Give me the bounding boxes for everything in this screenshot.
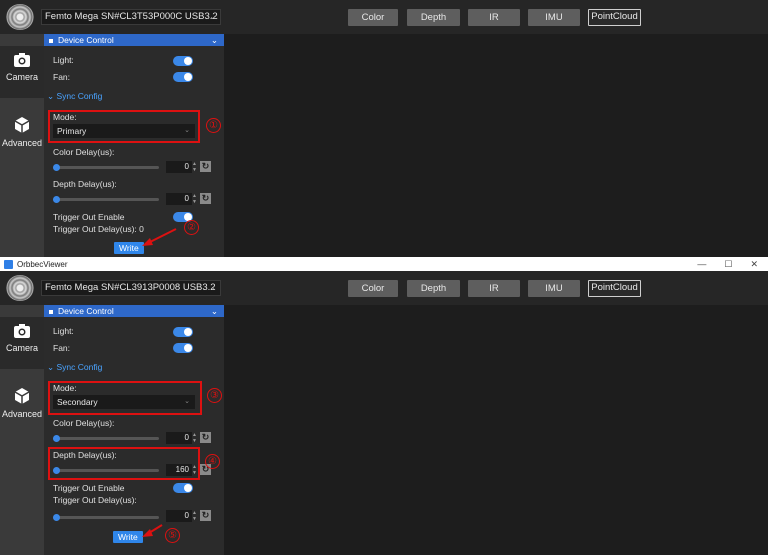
fan-label: Fan: xyxy=(53,72,71,82)
device-selector[interactable]: Femto Mega SN#CL3T53P000C USB3.2 ⌄ xyxy=(41,9,221,25)
reset-icon[interactable]: ↻ xyxy=(200,510,211,521)
window-titlebar: OrbbecViewer — ☐ ✕ xyxy=(0,257,768,271)
annotation-box-mode xyxy=(48,110,200,143)
light-label: Light: xyxy=(53,326,74,336)
sync-config-label: Sync Config xyxy=(56,91,103,101)
color-delay-input[interactable]: 0 xyxy=(166,432,192,444)
color-button[interactable]: Color xyxy=(348,280,398,297)
annotation-marker-3: ③ xyxy=(207,388,222,403)
camera-icon xyxy=(14,53,30,67)
color-delay-slider[interactable] xyxy=(53,164,159,171)
chevron-down-icon: ⌄ xyxy=(209,12,216,21)
device-selector[interactable]: Femto Mega SN#CL3913P0008 USB3.2 ⌄ xyxy=(41,280,221,296)
reset-icon[interactable]: ↻ xyxy=(200,432,211,443)
color-delay-input[interactable]: 0 xyxy=(166,161,192,173)
depth-delay-input[interactable]: 0 xyxy=(166,193,192,205)
fan-toggle[interactable] xyxy=(173,72,193,82)
spin-arrows-icon[interactable]: ▲ ▼ xyxy=(192,432,197,444)
cube-icon xyxy=(14,117,30,133)
device-control-header[interactable]: Device Control ⌄ xyxy=(44,34,224,46)
sync-config-header[interactable]: ⌄ Sync Config xyxy=(47,91,102,102)
depth-button[interactable]: Depth xyxy=(407,280,460,297)
reset-icon[interactable]: ↻ xyxy=(200,193,211,204)
spin-arrows-icon[interactable]: ▲ ▼ xyxy=(192,193,197,205)
orbbec-logo-icon xyxy=(6,275,34,301)
nav-advanced-label: Advanced xyxy=(1,138,43,148)
trigger-out-delay-label: Trigger Out Delay(us): 0 xyxy=(53,224,144,234)
top-toolbar: Femto Mega SN#CL3T53P000C USB3.2 ⌄ Color … xyxy=(0,0,768,34)
pointcloud-button[interactable]: PointCloud xyxy=(588,280,641,297)
maximize-button[interactable]: ☐ xyxy=(724,259,732,270)
nav-camera[interactable]: Camera xyxy=(0,46,44,98)
device-control-label: Device Control xyxy=(58,306,114,316)
sync-config-header[interactable]: ⌄ Sync Config xyxy=(47,362,102,373)
screenshot-primary: Femto Mega SN#CL3T53P000C USB3.2 ⌄ Color … xyxy=(0,0,768,257)
fan-toggle[interactable] xyxy=(173,343,193,353)
color-delay-slider[interactable] xyxy=(53,435,159,442)
fan-label: Fan: xyxy=(53,343,71,353)
top-toolbar: Femto Mega SN#CL3913P0008 USB3.2 ⌄ Color … xyxy=(0,271,768,305)
nav-advanced-label: Advanced xyxy=(1,409,43,419)
annotation-marker-4: ④ xyxy=(205,454,220,469)
device-control-label: Device Control xyxy=(58,35,114,45)
spin-arrows-icon[interactable]: ▲ ▼ xyxy=(192,161,197,173)
light-toggle[interactable] xyxy=(173,327,193,337)
annotation-arrow-icon xyxy=(142,228,177,246)
slider-thumb[interactable] xyxy=(53,514,60,521)
color-delay-label: Color Delay(us): xyxy=(53,418,115,428)
sync-config-label: Sync Config xyxy=(56,362,103,372)
depth-button[interactable]: Depth xyxy=(407,9,460,26)
square-icon xyxy=(49,309,53,314)
trigger-out-delay-label: Trigger Out Delay(us): xyxy=(53,495,137,505)
annotation-box-mode xyxy=(48,381,202,415)
close-button[interactable]: ✕ xyxy=(750,259,758,270)
write-button[interactable]: Write xyxy=(113,531,143,543)
device-name: Femto Mega SN#CL3913P0008 USB3.2 xyxy=(45,282,216,293)
window-title: OrbbecViewer xyxy=(17,259,68,269)
chevron-down-icon: ⌄ xyxy=(210,35,218,45)
nav-advanced[interactable]: Advanced xyxy=(0,381,44,433)
nav-camera-label: Camera xyxy=(5,72,38,82)
orbbec-logo-icon xyxy=(6,4,34,30)
square-icon xyxy=(49,38,53,43)
imu-button[interactable]: IMU xyxy=(528,9,580,26)
annotation-marker-2: ② xyxy=(184,220,199,235)
minimize-button[interactable]: — xyxy=(697,259,706,270)
left-nav: Camera Advanced xyxy=(0,305,44,555)
nav-advanced[interactable]: Advanced xyxy=(0,110,44,162)
trigger-out-toggle[interactable] xyxy=(173,483,193,493)
orbbec-app-icon xyxy=(4,259,13,269)
reset-icon[interactable]: ↻ xyxy=(200,161,211,172)
screenshot-secondary: OrbbecViewer — ☐ ✕ Femto Mega SN#CL3913P… xyxy=(0,257,768,555)
chevron-down-icon: ⌄ xyxy=(210,306,218,316)
spin-arrows-icon[interactable]: ▲ ▼ xyxy=(192,510,197,522)
camera-icon xyxy=(14,324,30,338)
depth-delay-label: Depth Delay(us): xyxy=(53,179,117,189)
trigger-out-enable-label: Trigger Out Enable xyxy=(53,212,125,222)
light-toggle[interactable] xyxy=(173,56,193,66)
slider-thumb[interactable] xyxy=(53,196,60,203)
device-name: Femto Mega SN#CL3T53P000C USB3.2 xyxy=(45,11,218,22)
device-control-header[interactable]: Device Control ⌄ xyxy=(44,305,224,317)
nav-camera-label: Camera xyxy=(5,343,38,353)
ir-button[interactable]: IR xyxy=(468,280,520,297)
left-nav: Camera Advanced xyxy=(0,34,44,257)
light-label: Light: xyxy=(53,55,74,65)
color-delay-label: Color Delay(us): xyxy=(53,147,115,157)
color-button[interactable]: Color xyxy=(348,9,398,26)
chevron-down-icon: ⌄ xyxy=(209,283,216,292)
annotation-box-depth-delay xyxy=(48,447,200,480)
nav-camera[interactable]: Camera xyxy=(0,317,44,369)
trigger-out-enable-label: Trigger Out Enable xyxy=(53,483,125,493)
pointcloud-button[interactable]: PointCloud xyxy=(588,9,641,26)
annotation-marker-1: ① xyxy=(206,118,221,133)
slider-thumb[interactable] xyxy=(53,435,60,442)
depth-delay-slider[interactable] xyxy=(53,196,159,203)
slider-thumb[interactable] xyxy=(53,164,60,171)
control-panel: Device Control ⌄ Light: Fan: ⌄ Sync Confi… xyxy=(44,305,224,555)
ir-button[interactable]: IR xyxy=(468,9,520,26)
cube-icon xyxy=(14,388,30,404)
imu-button[interactable]: IMU xyxy=(528,280,580,297)
annotation-marker-5: ⑤ xyxy=(165,528,180,543)
